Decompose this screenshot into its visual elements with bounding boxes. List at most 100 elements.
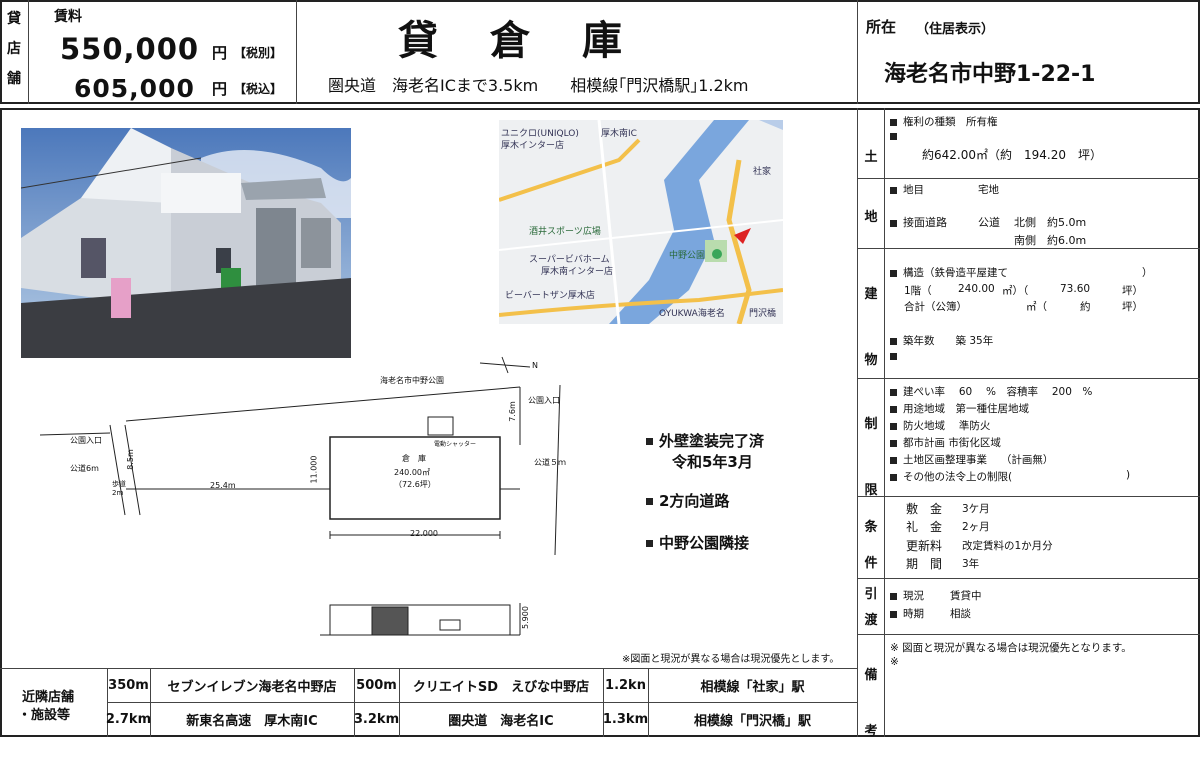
cond-label: 期 間 bbox=[906, 557, 943, 571]
limit-close: ) bbox=[1126, 469, 1131, 481]
area-map: ユニクロ(UNIQLO) 厚木インター店 酒井スポーツ広場 スーパービバホーム … bbox=[499, 120, 783, 324]
land-road: 接面道路 bbox=[890, 214, 947, 230]
bldg-age-value: 築 35年 bbox=[955, 335, 994, 347]
limit-text: 土地区画整理事業 （計画無） bbox=[903, 454, 1054, 466]
section-char: 考 bbox=[864, 724, 878, 739]
section-char: 渡 bbox=[864, 613, 878, 628]
rent-label: 賃料 bbox=[54, 9, 82, 25]
nearby-distance: 350m bbox=[108, 677, 149, 693]
transfer-status-label: 現況 bbox=[903, 590, 924, 602]
land-rights-value: 所有権 bbox=[966, 116, 998, 128]
feature-text: 中野公園隣接 bbox=[659, 534, 750, 552]
section-building: 建 物 bbox=[860, 262, 882, 394]
feature-text: 外壁塗装完了済 bbox=[659, 432, 765, 450]
bullet-icon bbox=[890, 352, 897, 360]
map-label: 酒井スポーツ広場 bbox=[529, 227, 601, 237]
north-mark: N bbox=[532, 361, 538, 370]
feature-item: 外壁塗装完了済 bbox=[646, 430, 764, 451]
land-rights-label: 権利の種類 bbox=[903, 116, 956, 128]
land-area-row bbox=[890, 130, 903, 142]
warehouse-photo bbox=[21, 128, 351, 358]
page-title: 貸 倉 庫 bbox=[398, 18, 628, 64]
side-char: 貸 bbox=[7, 11, 21, 27]
bullet-icon bbox=[890, 456, 897, 464]
limit-item: 建ぺい率 60 % 容積率 200 % bbox=[890, 384, 1092, 399]
plan-note: ※図面と現況が異なる場合は現況優先とします。 bbox=[622, 654, 840, 665]
nearby-distance: 1.2kn bbox=[605, 677, 646, 693]
section-char: 備 bbox=[864, 668, 878, 683]
dim-7-6: 7.6m bbox=[507, 401, 517, 422]
sidewalk-width: 2m bbox=[112, 489, 124, 497]
section-char: 地 bbox=[864, 210, 878, 225]
section-char: 物 bbox=[864, 353, 878, 368]
limit-text: その他の法令上の制限( bbox=[903, 471, 1013, 483]
nearby-facility: 圏央道 海老名IC bbox=[448, 714, 554, 729]
header-side-label: 貸 店 舗 bbox=[4, 4, 24, 94]
access-info: 圏央道 海老名ICまで3.5km 相模線｢門沢橋駅｣1.2km bbox=[328, 76, 749, 95]
map-label: 門沢橋 bbox=[749, 309, 777, 319]
bldg-structure-value: 鉄骨造平屋建て bbox=[934, 267, 1009, 279]
nearby-facility: クリエイトSD えびな中野店 bbox=[412, 679, 590, 695]
sidewalk: 歩道 bbox=[112, 480, 126, 488]
remark-item: ※ bbox=[890, 656, 899, 668]
bullet-icon bbox=[646, 498, 653, 505]
feature-item: 令和5年3月 bbox=[672, 453, 753, 471]
feature-text: 2方向道路 bbox=[659, 492, 730, 510]
bldg-age-label: 築年数 bbox=[903, 335, 935, 347]
limit-text: 建ぺい率 60 % 容積率 200 % bbox=[903, 386, 1093, 398]
cond-label: 礼 金 bbox=[906, 520, 943, 534]
cond-label: 更新料 bbox=[906, 539, 943, 553]
dim-22: 22.000 bbox=[410, 529, 438, 538]
bullet-icon bbox=[890, 439, 897, 447]
bullet-icon bbox=[890, 473, 897, 481]
bldg-structure-close: ） bbox=[1142, 267, 1153, 279]
land-chimoku-value: 宅地 bbox=[978, 184, 999, 196]
land-road-south: 南側 約6.0m bbox=[1014, 234, 1087, 247]
nearby-facility: 新東名高速 厚木南IC bbox=[186, 714, 318, 729]
cond-value: 3年 bbox=[962, 558, 980, 570]
transfer-time: 時期 bbox=[890, 606, 924, 621]
nearby-distance: 3.2km bbox=[353, 712, 400, 727]
bullet-icon bbox=[890, 592, 897, 600]
limit-item: 土地区画整理事業 （計画無） bbox=[890, 452, 1053, 467]
bldg-age: 築年数 築 35年 bbox=[890, 333, 993, 348]
section-land: 土 地 bbox=[860, 128, 882, 248]
side-char: 舗 bbox=[7, 71, 21, 87]
land-road-north: 北側 約5.0m bbox=[1014, 216, 1087, 229]
rent-in-tax: 605,000 bbox=[74, 74, 195, 103]
map-label: 厚木南IC bbox=[601, 129, 637, 139]
section-char: 土 bbox=[864, 150, 878, 165]
yen-unit-2: 円 bbox=[212, 80, 228, 98]
section-conditions: 条 件 bbox=[860, 510, 882, 582]
cond-value: 2ヶ月 bbox=[962, 521, 990, 533]
nearby-label: 近隣店舗 bbox=[22, 690, 75, 705]
elevation-height: 5.900 bbox=[520, 606, 530, 629]
yen-unit-1: 円 bbox=[212, 44, 228, 62]
warehouse-tsubo: （72.6坪） bbox=[394, 480, 436, 489]
feature-item: 2方向道路 bbox=[646, 490, 729, 511]
location-note: （住居表示） bbox=[916, 22, 995, 37]
bullet-icon bbox=[646, 438, 653, 445]
nearby-distance: 500m bbox=[356, 677, 397, 693]
bldg-extra-row bbox=[890, 350, 903, 362]
bldg-total-unit: ㎡（ bbox=[1026, 301, 1047, 313]
section-remarks: 備 考 bbox=[860, 648, 882, 760]
cond-value: 3ケ月 bbox=[962, 503, 990, 515]
limit-text: 用途地域 第一種住居地域 bbox=[903, 403, 1029, 415]
bldg-total-label: 合計（公簿） bbox=[904, 301, 967, 313]
land-chimoku: 地目 bbox=[890, 182, 924, 197]
transfer-status-value: 賃貸中 bbox=[950, 590, 982, 602]
map-label: OYUKWA海老名 bbox=[659, 309, 725, 319]
land-road-label: 接面道路 bbox=[903, 216, 947, 229]
bldg-1f-m2: 240.00 bbox=[958, 283, 995, 295]
side-char: 店 bbox=[7, 41, 21, 57]
road-left: 公道6m bbox=[70, 464, 99, 473]
bullet-icon bbox=[890, 405, 897, 413]
cond-label: 敷 金 bbox=[906, 502, 943, 516]
bldg-1f-label: 1階（ bbox=[904, 285, 932, 297]
nearby-facility: セブンイレブン海老名中野店 bbox=[167, 679, 337, 695]
nearby-facility: 相模線「門沢橋」駅 bbox=[693, 714, 811, 729]
bullet-icon bbox=[890, 269, 897, 277]
feature-item: 中野公園隣接 bbox=[646, 532, 749, 553]
bldg-structure-label: 構造（ bbox=[903, 267, 935, 279]
